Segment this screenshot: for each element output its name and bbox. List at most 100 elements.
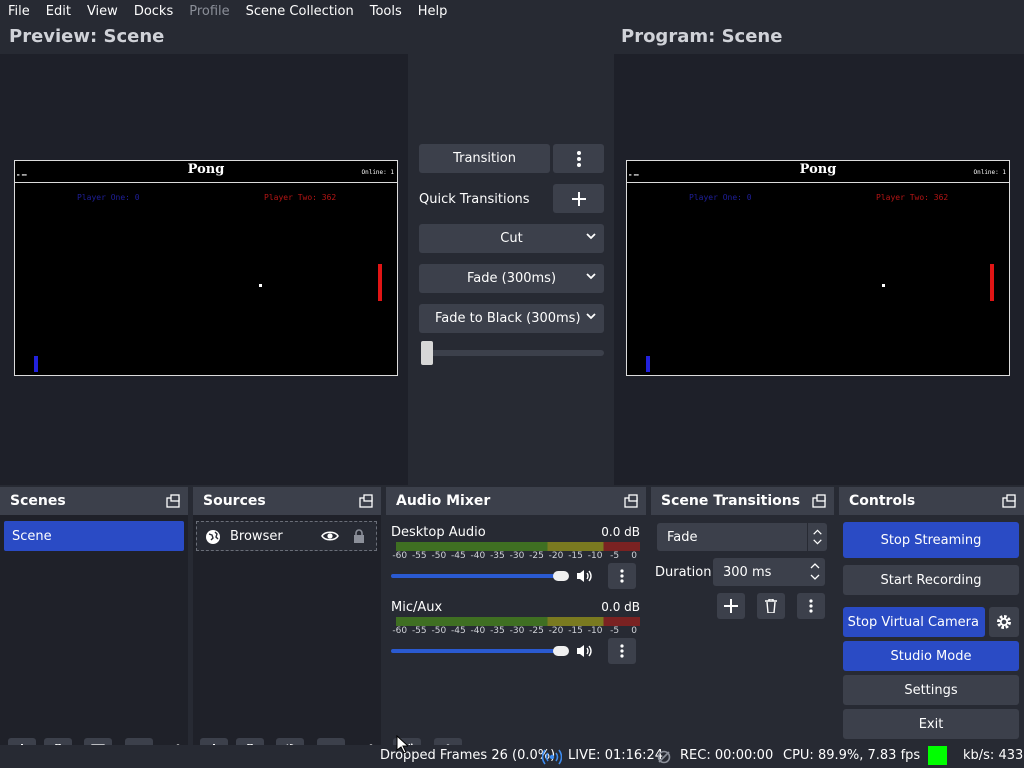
pong-player-one: Player One: 0: [689, 193, 752, 202]
transition-select[interactable]: Fade: [657, 523, 827, 551]
quick-transition-label: Cut: [500, 231, 523, 246]
menu-help[interactable]: Help: [410, 0, 456, 24]
scene-transitions-dock: Scene Transitions Fade Duration 300 ms: [651, 487, 834, 745]
audio-mixer-body: Desktop Audio 0.0 dB -60 -55 -50 -45 -40 -35-…: [386, 515, 646, 764]
menu-docks[interactable]: Docks: [126, 0, 181, 24]
controls-dock-header: Controls: [839, 487, 1024, 515]
volume-slider-handle[interactable]: [553, 571, 569, 581]
studio-canvas-area: Preview: Scene Program: Scene ▬ ▬▬ Pong …: [0, 24, 1024, 485]
scene-name: Scene: [12, 528, 52, 544]
list-item[interactable]: Browser: [196, 521, 377, 551]
trash-icon: [765, 599, 777, 613]
cpu-usage: CPU: 89.9%, 7.83 fps: [783, 748, 921, 763]
quick-transition-label: Fade (300ms): [466, 271, 557, 286]
transition-menu-button[interactable]: [553, 144, 604, 173]
pong-player-two: Player Two: 362: [876, 193, 949, 202]
gear-icon: [997, 615, 1011, 629]
meter-scale: -60 -55 -50 -45 -40 -35 -30 -25 -20 -15 -10 -5 0: [392, 551, 637, 561]
channel-menu-button[interactable]: [608, 638, 636, 664]
settings-button[interactable]: Settings: [843, 675, 1019, 705]
dock-title: Sources: [203, 493, 266, 509]
pong-ball: [882, 284, 885, 287]
menu-profile[interactable]: Profile: [181, 0, 237, 24]
duration-spinbox[interactable]: 300 ms: [713, 558, 825, 586]
volume-slider[interactable]: [391, 649, 561, 653]
menu-view[interactable]: View: [79, 0, 126, 24]
channel-menu-button[interactable]: [608, 563, 636, 589]
list-item[interactable]: Scene: [4, 521, 184, 551]
scenes-dock-header: Scenes: [0, 487, 188, 515]
pong-paddle-right: [378, 264, 382, 301]
more-vertical-icon: [809, 599, 813, 613]
connection-status-indicator: [928, 746, 947, 765]
quick-transition-cut[interactable]: Cut: [419, 224, 604, 253]
duration-label: Duration: [655, 565, 712, 580]
mouse-cursor-icon: [396, 735, 408, 753]
stop-streaming-button[interactable]: Stop Streaming: [843, 522, 1019, 558]
float-dock-icon[interactable]: [812, 494, 826, 508]
eye-icon[interactable]: [321, 530, 339, 542]
more-vertical-icon: [620, 644, 624, 658]
virtual-camera-settings-button[interactable]: [989, 607, 1019, 637]
channel-db: 0.0 dB: [601, 525, 640, 539]
float-dock-icon[interactable]: [166, 494, 180, 508]
add-transition-button[interactable]: [717, 593, 745, 619]
scene-transitions-dock-header: Scene Transitions: [651, 487, 834, 515]
menu-edit[interactable]: Edit: [38, 0, 79, 24]
add-quick-transition-button[interactable]: [553, 184, 604, 213]
pong-online: Online: 1: [973, 169, 1006, 176]
pong-player-two: Player Two: 362: [264, 193, 337, 202]
remove-transition-button[interactable]: [757, 593, 785, 619]
status-bar: Dropped Frames 26 (0.0%) LIVE: 01:16:24 …: [0, 745, 1024, 768]
menu-bar: File Edit View Docks Profile Scene Colle…: [0, 0, 1024, 24]
audio-mixer-dock-header: Audio Mixer: [386, 487, 646, 515]
dock-title: Controls: [849, 493, 916, 509]
quick-transitions-label: Quick Transitions: [419, 192, 530, 207]
tbar-track[interactable]: [421, 350, 604, 356]
audio-meter: [396, 542, 640, 551]
pong-paddle-left: [646, 356, 650, 372]
plus-icon: [724, 599, 738, 613]
pong-title: Pong: [799, 162, 837, 177]
globe-icon: [206, 530, 220, 544]
pong-paddle-right: [990, 264, 994, 301]
program-title: Program: Scene: [621, 26, 783, 47]
chevron-down-icon: [586, 233, 596, 240]
controls-dock: Controls Stop Streaming Start Recording …: [839, 487, 1024, 745]
volume-slider-handle[interactable]: [553, 646, 569, 656]
bitrate: kb/s: 4333: [963, 748, 1024, 763]
volume-slider[interactable]: [391, 574, 561, 578]
studio-mode-button[interactable]: Studio Mode: [843, 641, 1019, 671]
source-name: Browser: [230, 528, 283, 544]
preview-title: Preview: Scene: [9, 26, 165, 47]
start-recording-button[interactable]: Start Recording: [843, 565, 1019, 595]
live-broadcast-icon: [542, 749, 562, 765]
audio-meter: [396, 617, 640, 626]
scenes-dock: Scenes Scene: [0, 487, 188, 764]
speaker-icon[interactable]: [576, 644, 594, 658]
tbar-handle[interactable]: [421, 341, 433, 365]
menu-tools[interactable]: Tools: [362, 0, 410, 24]
exit-button[interactable]: Exit: [843, 709, 1019, 739]
float-dock-icon[interactable]: [1002, 494, 1016, 508]
quick-transition-fade[interactable]: Fade (300ms): [419, 264, 604, 293]
float-dock-icon[interactable]: [359, 494, 373, 508]
speaker-icon[interactable]: [576, 569, 594, 583]
transition-properties-button[interactable]: [797, 593, 825, 619]
transition-button[interactable]: Transition: [419, 144, 550, 173]
record-off-icon: [657, 750, 671, 764]
transition-selected: Fade: [667, 529, 698, 545]
float-dock-icon[interactable]: [624, 494, 638, 508]
sources-dock: Sources Browser: [193, 487, 381, 764]
quick-transition-label: Fade to Black (300ms): [435, 311, 581, 326]
lock-icon[interactable]: [353, 529, 365, 544]
menu-scene-collection[interactable]: Scene Collection: [238, 0, 362, 24]
quick-transition-fade-to-black[interactable]: Fade to Black (300ms): [419, 304, 604, 333]
more-vertical-icon: [620, 569, 624, 583]
rec-time: REC: 00:00:00: [680, 748, 774, 763]
scene-transitions-body: Fade Duration 300 ms: [651, 515, 834, 745]
stop-virtual-camera-button[interactable]: Stop Virtual Camera: [843, 607, 985, 637]
dock-title: Scene Transitions: [661, 493, 801, 509]
pong-online: Online: 1: [361, 169, 394, 176]
menu-file[interactable]: File: [0, 0, 38, 24]
